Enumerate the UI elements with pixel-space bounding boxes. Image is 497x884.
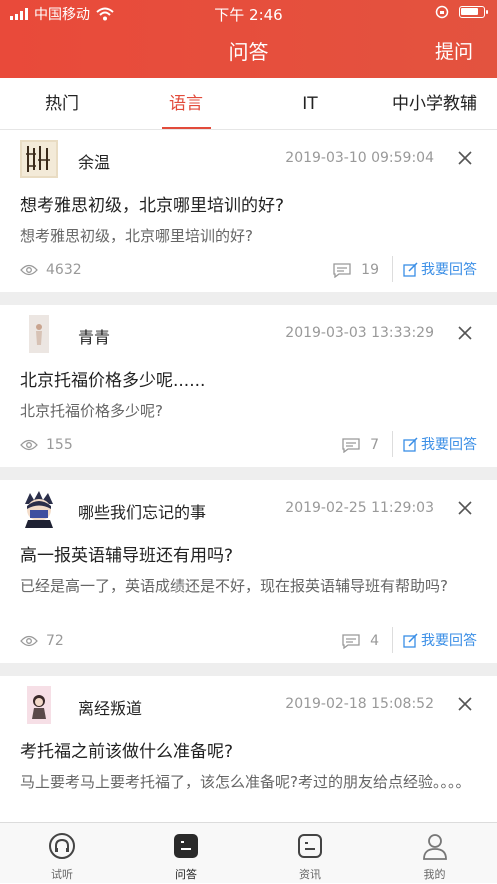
- comment-count[interactable]: 19: [333, 262, 379, 278]
- question-card[interactable]: 哪些我们忘记的事 2019-02-25 11:29:03 高一报英语辅导班还有用…: [0, 480, 497, 663]
- edit-icon: [403, 632, 418, 648]
- view-count: 155: [20, 437, 73, 453]
- active-tab-indicator: [162, 127, 211, 129]
- tab-k12[interactable]: 中小学教辅: [372, 78, 497, 130]
- close-icon[interactable]: [457, 500, 473, 516]
- comment-icon: [333, 262, 351, 278]
- comment-count-value: 19: [361, 262, 379, 278]
- question-description[interactable]: 北京托福价格多少呢?: [20, 401, 473, 422]
- question-author[interactable]: 离经叛道: [78, 695, 142, 719]
- question-date: 2019-02-18 15:08:52: [285, 696, 434, 712]
- tabbar-label: 问答: [175, 868, 197, 881]
- status-bar: 中国移动 下午 2:46: [0, 0, 497, 26]
- eye-icon: [20, 635, 38, 647]
- eye-icon: [20, 439, 38, 451]
- close-icon[interactable]: [457, 325, 473, 341]
- app-header: 中国移动 下午 2:46 问答 提问: [0, 0, 497, 78]
- tabbar-label: 资讯: [299, 868, 321, 881]
- ask-question-button[interactable]: 提问: [435, 37, 473, 64]
- tabbar-label: 试听: [51, 868, 73, 881]
- question-date: 2019-03-10 09:59:04: [285, 150, 434, 166]
- tabbar-item-news[interactable]: 资讯: [248, 823, 372, 884]
- chat-icon: [174, 834, 198, 858]
- tab-hot[interactable]: 热门: [0, 78, 124, 130]
- calligraphy-avatar: [20, 140, 58, 178]
- answer-button[interactable]: 我要回答: [392, 256, 477, 282]
- question-feed[interactable]: 余温 2019-03-10 09:59:04 想考雅思初级，北京哪里培训的好? …: [0, 130, 497, 822]
- answer-label: 我要回答: [421, 633, 477, 649]
- edit-icon: [403, 436, 418, 452]
- view-count: 72: [20, 633, 64, 649]
- question-description[interactable]: 马上要考马上要考托福了，该怎么准备呢?考过的朋友给点经验。。。。: [20, 772, 473, 793]
- question-author[interactable]: 青青: [78, 324, 110, 348]
- answer-label: 我要回答: [421, 262, 477, 278]
- doll-avatar: [27, 686, 51, 724]
- question-title[interactable]: 高一报英语辅导班还有用吗?: [20, 541, 233, 566]
- answer-button[interactable]: 我要回答: [392, 627, 477, 653]
- close-icon[interactable]: [457, 150, 473, 166]
- cartoon-avatar: [25, 491, 53, 528]
- view-count-value: 72: [46, 633, 64, 649]
- question-author[interactable]: 余温: [78, 149, 110, 173]
- question-title[interactable]: 想考雅思初级，北京哪里培训的好?: [20, 191, 284, 216]
- news-icon: [298, 834, 322, 858]
- view-count: 4632: [20, 262, 82, 278]
- tab-it[interactable]: IT: [248, 78, 372, 130]
- rotation-lock-icon: [435, 5, 449, 19]
- comment-count-value: 7: [370, 437, 379, 453]
- question-author[interactable]: 哪些我们忘记的事: [78, 499, 206, 523]
- question-date: 2019-02-25 11:29:03: [285, 500, 434, 516]
- headphones-icon: [49, 833, 75, 859]
- bottom-tab-bar: 试听 问答 资讯 我的: [0, 822, 497, 883]
- question-date: 2019-03-03 13:33:29: [285, 325, 434, 341]
- question-title[interactable]: 考托福之前该做什么准备呢?: [20, 737, 233, 762]
- status-time: 下午 2:46: [214, 6, 283, 24]
- page-title: 问答: [228, 40, 269, 64]
- category-tabs: 热门 语言 IT 中小学教辅: [0, 78, 497, 130]
- tabbar-label: 我的: [423, 868, 446, 881]
- close-icon[interactable]: [457, 696, 473, 712]
- question-card[interactable]: 余温 2019-03-10 09:59:04 想考雅思初级，北京哪里培训的好? …: [0, 130, 497, 292]
- comment-icon: [342, 633, 360, 649]
- view-count-value: 4632: [46, 262, 82, 278]
- question-title[interactable]: 北京托福价格多少呢......: [20, 366, 205, 391]
- eye-icon: [20, 264, 38, 276]
- tabbar-item-qa[interactable]: 问答: [124, 823, 248, 884]
- edit-icon: [403, 261, 418, 277]
- comment-count-value: 4: [370, 633, 379, 649]
- battery-icon: [459, 6, 488, 18]
- status-right: [435, 5, 488, 19]
- question-card[interactable]: 离经叛道 2019-02-18 15:08:52 考托福之前该做什么准备呢? 马…: [0, 676, 497, 822]
- question-card[interactable]: 青青 2019-03-03 13:33:29 北京托福价格多少呢...... 北…: [0, 305, 497, 467]
- comment-icon: [342, 437, 360, 453]
- answer-button[interactable]: 我要回答: [392, 431, 477, 457]
- comment-count[interactable]: 7: [342, 437, 379, 453]
- tabbar-item-me[interactable]: 我的: [372, 823, 497, 884]
- tab-language[interactable]: 语言: [124, 78, 248, 130]
- comment-count[interactable]: 4: [342, 633, 379, 649]
- person-icon: [422, 834, 447, 860]
- figure-avatar: [29, 315, 49, 353]
- answer-label: 我要回答: [421, 437, 477, 453]
- tabbar-item-listen[interactable]: 试听: [0, 823, 124, 884]
- view-count-value: 155: [46, 437, 73, 453]
- question-description[interactable]: 想考雅思初级，北京哪里培训的好?: [20, 226, 473, 247]
- question-description[interactable]: 已经是高一了，英语成绩还是不好，现在报英语辅导班有帮助吗?: [20, 576, 473, 597]
